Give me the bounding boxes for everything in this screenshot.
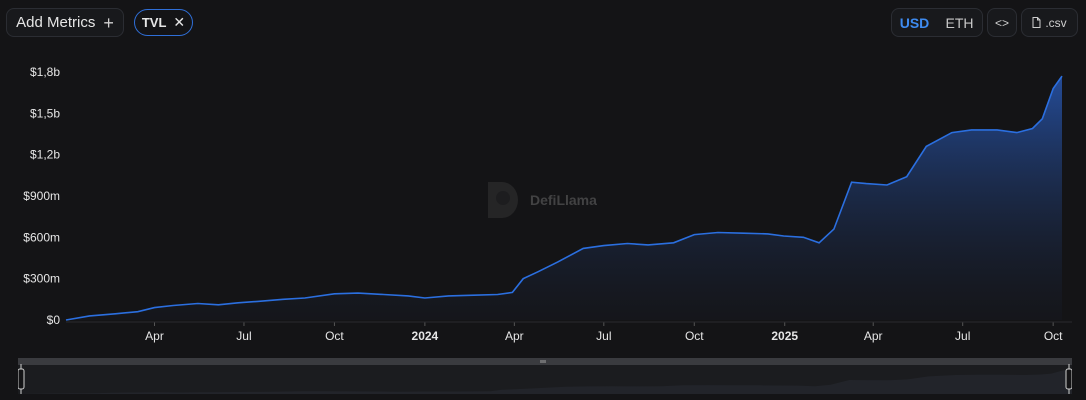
currency-toggle: USD ETH bbox=[891, 8, 983, 37]
x-tick-label: Apr bbox=[145, 329, 164, 343]
defillama-watermark: DefiLlama bbox=[488, 182, 597, 218]
y-tick-label: $1,5b bbox=[30, 106, 60, 120]
y-tick-label: $300m bbox=[23, 272, 60, 286]
file-icon bbox=[1032, 17, 1041, 28]
x-tick-label: Jul bbox=[955, 329, 970, 343]
tvl-chart: DefiLlama $0 $300m $600m $900m $1,2b $1,5b $1,… bbox=[23, 65, 1072, 343]
metric-chip-label: TVL bbox=[141, 15, 167, 30]
code-icon: <> bbox=[994, 15, 1009, 30]
x-tick-label: 2025 bbox=[771, 329, 798, 343]
close-icon[interactable]: ✕ bbox=[173, 14, 185, 31]
x-tick-label: Jul bbox=[236, 329, 251, 343]
csv-download-button[interactable]: .csv bbox=[1021, 8, 1078, 37]
y-tick-label: $1,8b bbox=[30, 65, 60, 79]
x-tick-label: Oct bbox=[685, 329, 704, 343]
llama-logo-dot bbox=[496, 191, 510, 205]
range-brush[interactable] bbox=[18, 358, 1072, 394]
metric-chip-tvl[interactable]: TVL ✕ bbox=[134, 9, 193, 36]
currency-option-eth[interactable]: ETH bbox=[937, 15, 982, 31]
x-tick-label: Jul bbox=[596, 329, 611, 343]
y-axis: $0 $300m $600m $900m $1,2b $1,5b $1,8b bbox=[23, 65, 60, 327]
x-tick-label: Apr bbox=[864, 329, 883, 343]
x-tick-label: Apr bbox=[505, 329, 524, 343]
x-tick-label: Oct bbox=[1044, 329, 1063, 343]
x-tick-label: Oct bbox=[325, 329, 344, 343]
currency-option-usd[interactable]: USD bbox=[892, 15, 937, 31]
y-tick-label: $600m bbox=[23, 230, 60, 244]
add-metrics-button[interactable]: Add Metrics + bbox=[6, 8, 124, 37]
add-metrics-label: Add Metrics bbox=[16, 14, 96, 31]
brush-center-grip[interactable] bbox=[539, 359, 547, 364]
x-axis: Apr Jul Oct 2024 Apr Jul Oct 2025 Apr Jul Oct bbox=[145, 322, 1063, 343]
plus-icon: + bbox=[103, 12, 114, 33]
watermark-label: DefiLlama bbox=[530, 192, 597, 208]
csv-label: .csv bbox=[1045, 15, 1067, 30]
y-tick-label: $1,2b bbox=[30, 148, 60, 162]
x-tick-label: 2024 bbox=[412, 329, 439, 343]
embed-button[interactable]: <> bbox=[987, 8, 1017, 37]
y-tick-label: $900m bbox=[23, 189, 60, 203]
y-tick-label: $0 bbox=[47, 313, 61, 327]
